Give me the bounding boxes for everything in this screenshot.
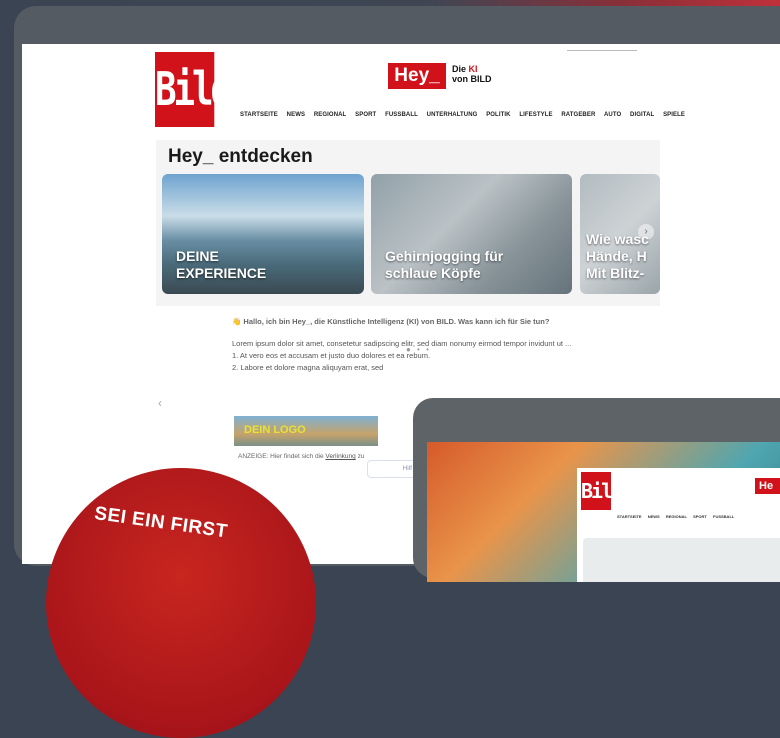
nav-item-spiele[interactable]: SPIELE [663, 112, 685, 118]
tablet-nav: STARTSEITE NEWS REGIONAL SPORT FUSSBALL [617, 514, 739, 519]
chat-item-2: 2. Labore et dolore magna aliquyam erat,… [232, 363, 384, 372]
nav-item-unterhaltung[interactable]: UNTERHALTUNG [427, 112, 478, 118]
ad-note-suffix: zu [355, 453, 365, 460]
caption-line: schlaue Köpfe [385, 265, 481, 281]
nav-item-auto[interactable]: AUTO [604, 112, 621, 118]
chevron-left-icon[interactable]: ‹ [158, 396, 162, 410]
nav-item-regional[interactable]: REGIONAL [314, 112, 346, 118]
tagline-ki: KI [468, 64, 478, 74]
caption-line: Hände, H [586, 248, 647, 264]
tablet-nav-item[interactable]: NEWS [648, 514, 660, 519]
tablet-section [583, 538, 780, 582]
ad-logo-text: DEIN LOGO [244, 424, 306, 436]
nav-item-lifestyle[interactable]: LIFESTYLE [519, 112, 552, 118]
hey-tagline: Die KI von BILD [452, 64, 492, 84]
tablet-nav-item[interactable]: FUSSBALL [713, 514, 734, 519]
ad-banner[interactable]: DEIN LOGO [234, 416, 378, 446]
tablet-nav-item[interactable]: REGIONAL [666, 514, 687, 519]
tablet-nav-item[interactable]: STARTSEITE [617, 514, 642, 519]
nav-item-ratgeber[interactable]: RATGEBER [561, 112, 595, 118]
bild-logo[interactable]: Bild [155, 52, 232, 127]
chat-item-1: 1. At vero eos et accusam et justo duo d… [232, 351, 431, 360]
caption-line: Wie wasc [586, 231, 649, 247]
tablet-frame: Bild He STARTSEITE NEWS REGIONAL SPORT F… [413, 398, 780, 582]
card-caption: Gehirnjogging für schlaue Köpfe [385, 248, 503, 282]
ad-note: ANZEIGE: Hier findet sich die Verlinkung… [238, 453, 364, 460]
card-caption: Wie wasc Hände, H Mit Blitz- [586, 231, 649, 282]
ad-note-prefix: ANZEIGE: Hier findet sich die [238, 453, 326, 460]
search-underline [567, 50, 637, 51]
card-experience[interactable]: DEINE EXPERIENCE [162, 174, 364, 294]
nav-item-sport[interactable]: SPORT [355, 112, 376, 118]
tablet-page: Bild He STARTSEITE NEWS REGIONAL SPORT F… [577, 468, 780, 582]
chat-greeting: 👋 Hallo, ich bin Hey_, die Künstliche In… [232, 317, 550, 326]
tablet-nav-item[interactable]: SPORT [693, 514, 707, 519]
discover-section: Hey_ entdecken DEINE EXPERIENCE Gehirnjo… [156, 140, 660, 354]
hey-logo[interactable]: Hey_ [388, 63, 446, 89]
tagline-line2: von BILD [452, 74, 492, 84]
nav-item-digital[interactable]: DIGITAL [630, 112, 654, 118]
caption-line: DEINE [176, 248, 219, 264]
nav-item-politik[interactable]: POLITIK [486, 112, 510, 118]
nav-item-fussball[interactable]: FUSSBALL [385, 112, 418, 118]
caption-line: EXPERIENCE [176, 265, 267, 281]
nav-item-startseite[interactable]: STARTSEITE [240, 112, 278, 118]
tagline-prefix: Die [452, 64, 469, 74]
chat-lorem: Lorem ipsum dolor sit amet, consetetur s… [232, 339, 572, 348]
chat-area: 👋 Hallo, ich bin Hey_, die Künstliche In… [232, 316, 612, 374]
card-partial[interactable]: › Wie wasc Hände, H Mit Blitz- [580, 174, 660, 294]
main-nav: STARTSEITE NEWS REGIONAL SPORT FUSSBALL … [240, 112, 692, 118]
tablet-hey-logo[interactable]: He [755, 478, 780, 494]
tablet-screen: Bild He STARTSEITE NEWS REGIONAL SPORT F… [427, 442, 780, 582]
caption-line: Mit Blitz- [586, 265, 645, 281]
promo-badge [46, 468, 316, 738]
card-gehirnjogging[interactable]: Gehirnjogging für schlaue Köpfe [371, 174, 572, 294]
tablet-bild-logo[interactable]: Bild [581, 472, 623, 510]
section-title: Hey_ entdecken [168, 146, 313, 167]
card-caption: DEINE EXPERIENCE [176, 248, 266, 282]
nav-item-news[interactable]: NEWS [287, 112, 305, 118]
caption-line: Gehirnjogging für [385, 248, 504, 264]
ad-link[interactable]: Verlinkung [325, 453, 355, 460]
